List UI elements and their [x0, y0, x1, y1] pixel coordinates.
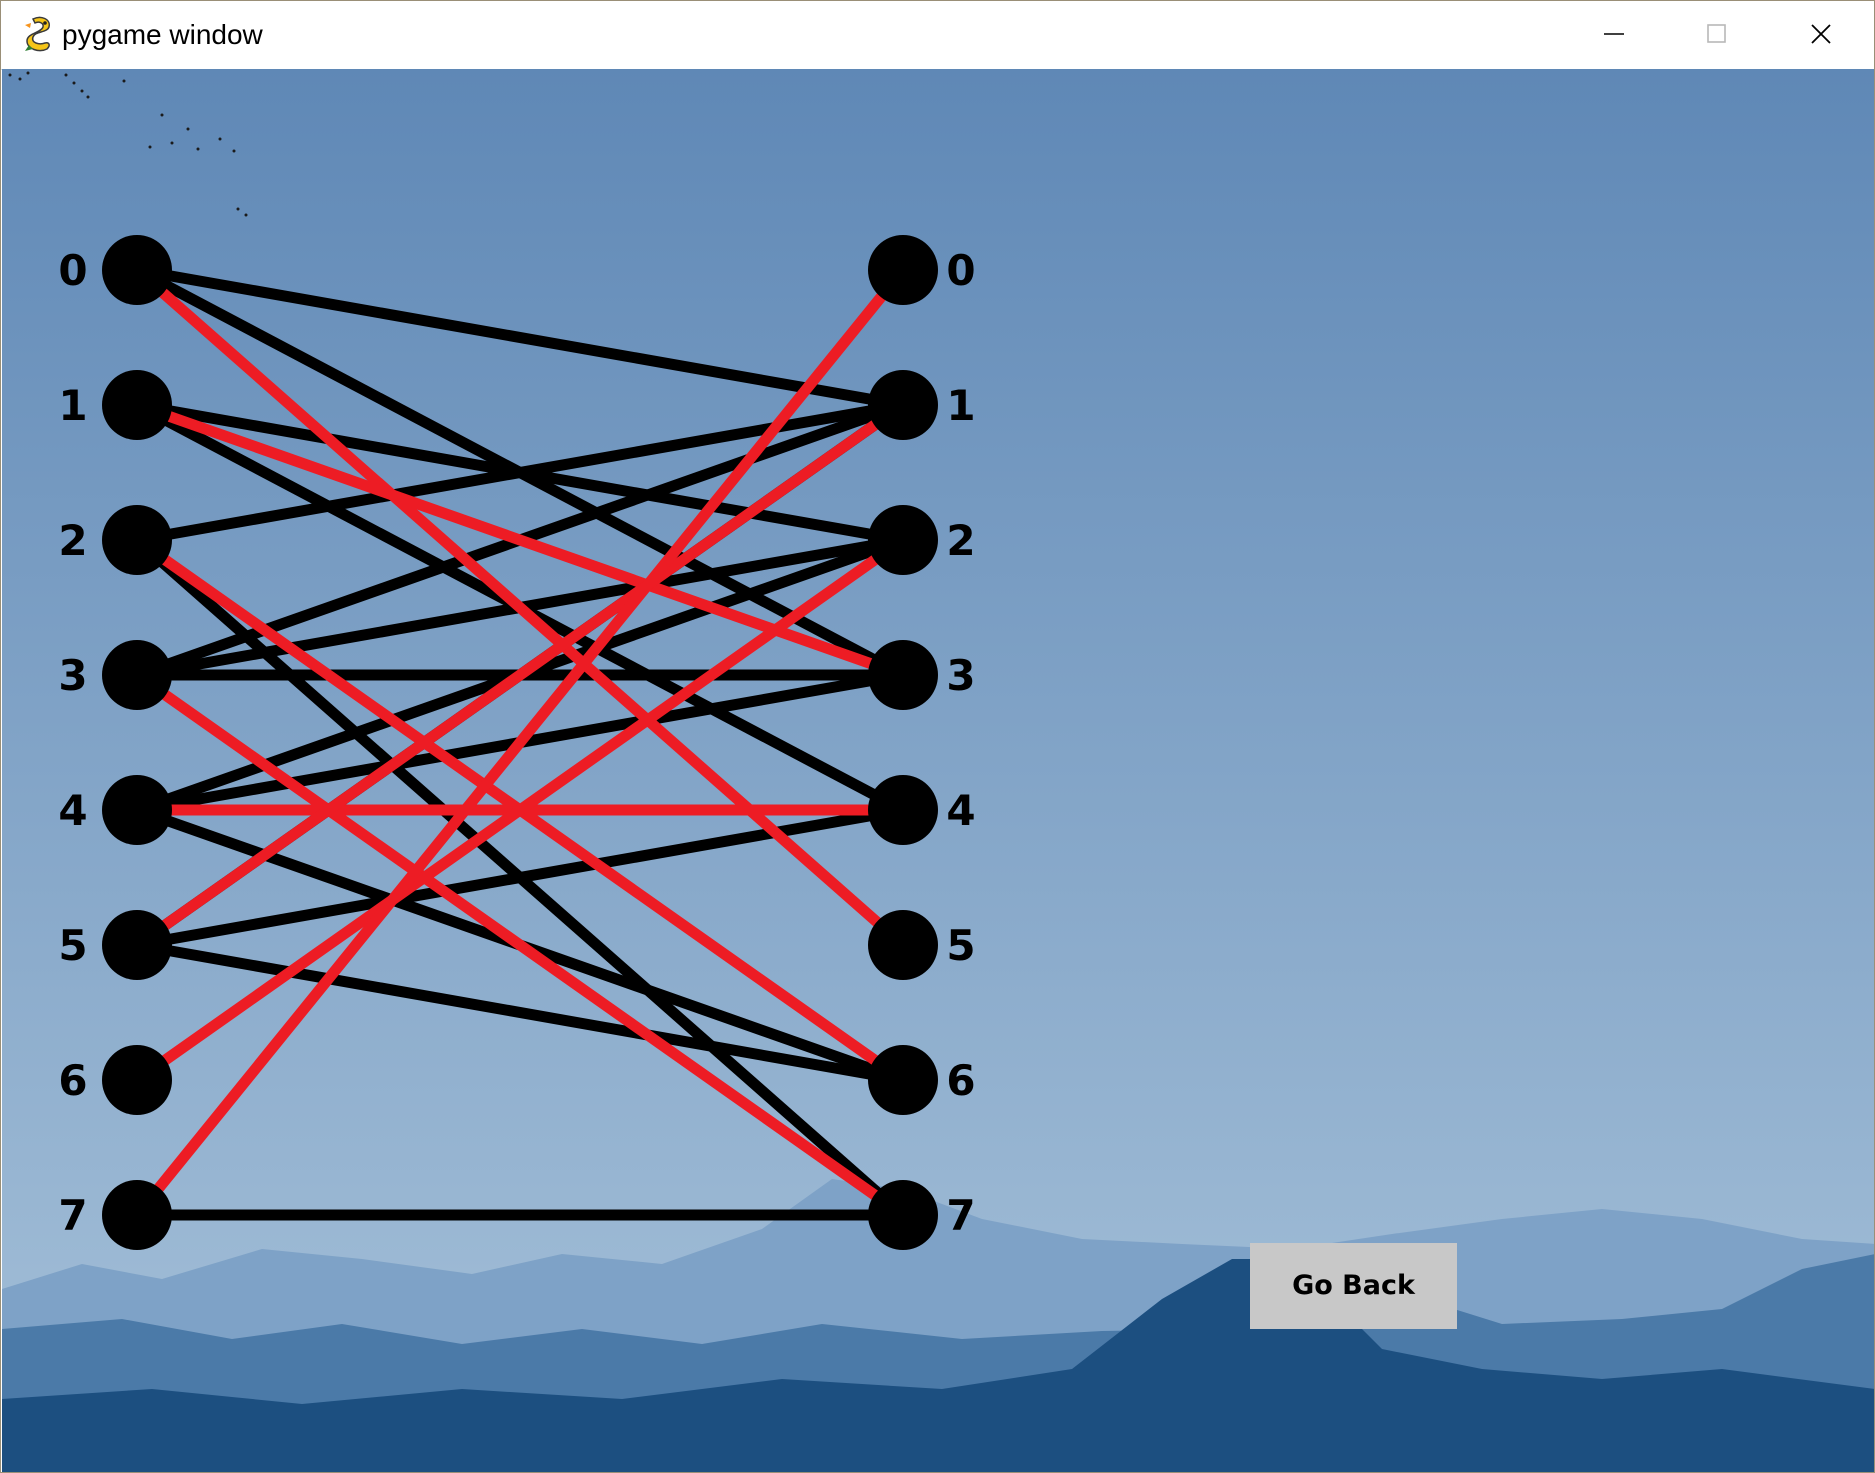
right-node-label-0: 0	[946, 246, 975, 295]
left-node-7	[102, 1180, 172, 1250]
right-node-label-5: 5	[946, 921, 975, 970]
right-node-label-6: 6	[946, 1056, 975, 1105]
left-node-label-6: 6	[58, 1056, 87, 1105]
maximize-button[interactable]	[1667, 1, 1767, 67]
left-node-6	[102, 1045, 172, 1115]
right-node-label-1: 1	[946, 381, 975, 430]
right-node-label-3: 3	[946, 651, 975, 700]
pygame-window: pygame window 0 1 2 3 4 5 6 7 0 1 2 3 4 …	[0, 0, 1875, 1473]
right-node-0	[868, 235, 938, 305]
minimize-icon	[1604, 33, 1624, 35]
game-canvas: 0 1 2 3 4 5 6 7 0 1 2 3 4 5 6 7 Go Back	[2, 69, 1874, 1472]
pygame-snake-icon	[25, 16, 50, 52]
right-node-label-2: 2	[946, 516, 975, 565]
right-node-3	[868, 640, 938, 710]
right-node-4	[868, 775, 938, 845]
window-title: pygame window	[62, 19, 263, 50]
left-node-label-1: 1	[58, 381, 87, 430]
left-node-label-4: 4	[58, 786, 87, 835]
right-node-6	[868, 1045, 938, 1115]
title-bar[interactable]: pygame window	[1, 1, 1874, 70]
bipartite-graph-scene: 0 1 2 3 4 5 6 7 0 1 2 3 4 5 6 7	[2, 69, 1874, 1472]
left-node-label-2: 2	[58, 516, 87, 565]
right-node-label-7: 7	[946, 1191, 975, 1240]
left-node-3	[102, 640, 172, 710]
maximize-icon	[1707, 24, 1726, 43]
left-node-label-7: 7	[58, 1191, 87, 1240]
close-button[interactable]	[1771, 1, 1871, 67]
right-node-7	[868, 1180, 938, 1250]
right-node-5	[868, 910, 938, 980]
left-node-1	[102, 370, 172, 440]
right-node-1	[868, 370, 938, 440]
go-back-button[interactable]: Go Back	[1250, 1243, 1457, 1329]
left-node-label-5: 5	[58, 921, 87, 970]
left-node-label-0: 0	[58, 246, 87, 295]
close-icon	[1811, 24, 1831, 44]
right-node-2	[868, 505, 938, 575]
right-node-label-4: 4	[946, 786, 975, 835]
left-node-2	[102, 505, 172, 575]
left-node-0	[102, 235, 172, 305]
minimize-button[interactable]	[1564, 1, 1664, 67]
left-node-label-3: 3	[58, 651, 87, 700]
left-node-4	[102, 775, 172, 845]
left-node-5	[102, 910, 172, 980]
